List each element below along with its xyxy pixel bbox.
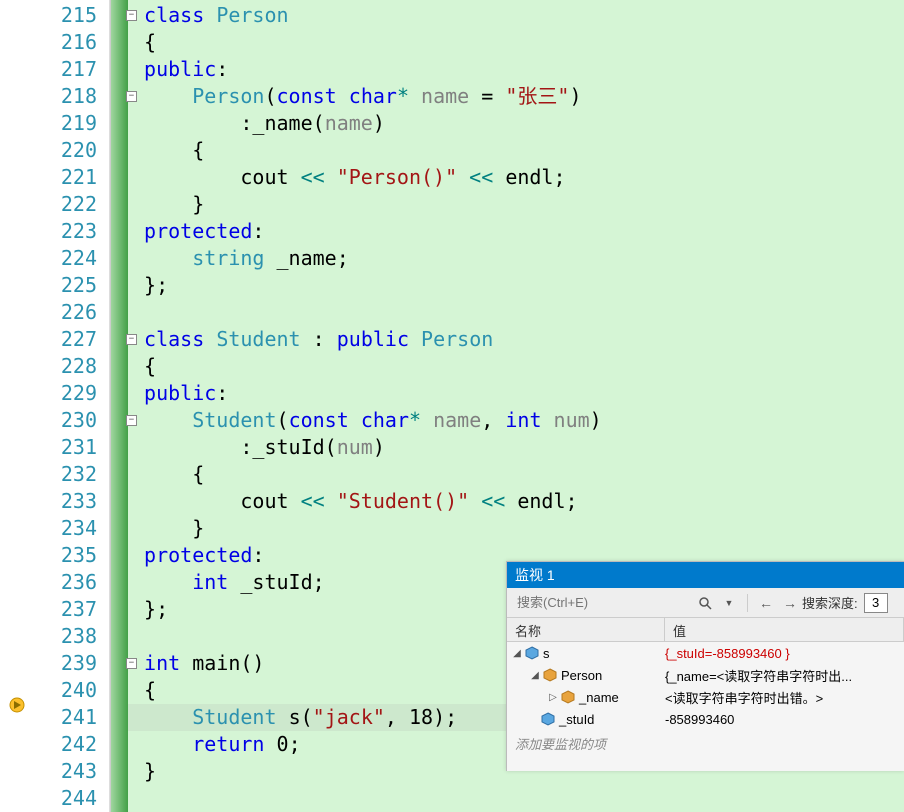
line-number: 217 bbox=[0, 56, 109, 83]
watch-rows: ◢ s {_stuId=-858993460 } ◢ Person {_name… bbox=[507, 642, 904, 757]
line-number: 237 bbox=[0, 596, 109, 623]
line-number: 225 bbox=[0, 272, 109, 299]
field-icon bbox=[541, 712, 555, 726]
fold-icon[interactable]: − bbox=[126, 658, 137, 669]
line-number: 221 bbox=[0, 164, 109, 191]
search-depth-label: 搜索深度: bbox=[802, 593, 858, 612]
watch-toolbar: ▼ ← → 搜索深度: bbox=[507, 588, 904, 618]
line-number: 219 bbox=[0, 110, 109, 137]
code-line[interactable]: − class Person bbox=[128, 2, 904, 29]
line-number: 229 bbox=[0, 380, 109, 407]
code-line[interactable]: public: bbox=[128, 56, 904, 83]
watch-var-name: s bbox=[543, 646, 550, 661]
line-number: 228 bbox=[0, 353, 109, 380]
code-line[interactable]: − class Student : public Person bbox=[128, 326, 904, 353]
code-line[interactable]: cout << "Person()" << endl; bbox=[128, 164, 904, 191]
watch-panel-title[interactable]: 监视 1 bbox=[507, 562, 904, 588]
line-number: 215 bbox=[0, 2, 109, 29]
line-number: 216 bbox=[0, 29, 109, 56]
line-number: 226 bbox=[0, 299, 109, 326]
watch-header-value[interactable]: 值 bbox=[665, 618, 904, 641]
code-line[interactable]: { bbox=[128, 137, 904, 164]
field-icon bbox=[561, 690, 575, 704]
code-line[interactable]: public: bbox=[128, 380, 904, 407]
code-line[interactable]: :_stuId(num) bbox=[128, 434, 904, 461]
code-line[interactable]: }; bbox=[128, 272, 904, 299]
watch-panel: 监视 1 ▼ ← → 搜索深度: 名称 值 ◢ s {_stuId=-85899… bbox=[506, 561, 904, 771]
line-number: 234 bbox=[0, 515, 109, 542]
code-line[interactable]: :_name(name) bbox=[128, 110, 904, 137]
watch-row[interactable]: ◢ s {_stuId=-858993460 } bbox=[507, 642, 904, 664]
fold-icon[interactable]: − bbox=[126, 10, 137, 21]
line-number: 244 bbox=[0, 785, 109, 812]
code-line[interactable] bbox=[128, 785, 904, 812]
watch-var-value: <读取字符串字符时出错。> bbox=[665, 688, 904, 707]
class-icon bbox=[543, 668, 557, 682]
watch-var-name: _name bbox=[579, 690, 619, 705]
nav-back-icon[interactable]: ← bbox=[756, 593, 776, 613]
line-number: 227 bbox=[0, 326, 109, 353]
code-line[interactable]: − Person(const char* name = "张三") bbox=[128, 83, 904, 110]
watch-var-value: {_name=<读取字符串字符时出... bbox=[665, 666, 904, 685]
dropdown-icon[interactable]: ▼ bbox=[719, 593, 739, 613]
line-number: 239 bbox=[0, 650, 109, 677]
watch-row[interactable]: _stuId -858993460 bbox=[507, 708, 904, 730]
code-line[interactable]: { bbox=[128, 353, 904, 380]
line-number: 238 bbox=[0, 623, 109, 650]
code-line[interactable]: protected: bbox=[128, 218, 904, 245]
line-number: 232 bbox=[0, 461, 109, 488]
watch-var-name: Person bbox=[561, 668, 602, 683]
line-number: 218 bbox=[0, 83, 109, 110]
search-depth-input[interactable] bbox=[864, 593, 888, 613]
code-line[interactable]: string _name; bbox=[128, 245, 904, 272]
code-line[interactable]: } bbox=[128, 515, 904, 542]
line-number: 223 bbox=[0, 218, 109, 245]
search-icon[interactable] bbox=[695, 593, 715, 613]
code-line[interactable]: } bbox=[128, 191, 904, 218]
line-number: 220 bbox=[0, 137, 109, 164]
expander-icon[interactable]: ◢ bbox=[511, 647, 523, 659]
change-margin bbox=[110, 0, 128, 812]
code-line[interactable]: − Student(const char* name, int num) bbox=[128, 407, 904, 434]
line-number: 235 bbox=[0, 542, 109, 569]
line-number: 236 bbox=[0, 569, 109, 596]
line-number: 243 bbox=[0, 758, 109, 785]
watch-var-name: _stuId bbox=[559, 712, 594, 727]
line-number: 222 bbox=[0, 191, 109, 218]
expander-icon[interactable]: ◢ bbox=[529, 669, 541, 681]
line-number: 242 bbox=[0, 731, 109, 758]
execution-pointer-icon bbox=[8, 696, 26, 714]
code-line[interactable] bbox=[128, 299, 904, 326]
code-line[interactable]: cout << "Student()" << endl; bbox=[128, 488, 904, 515]
fold-icon[interactable]: − bbox=[126, 334, 137, 345]
watch-header: 名称 值 bbox=[507, 618, 904, 642]
add-watch-item[interactable]: 添加要监视的项 bbox=[507, 730, 904, 757]
watch-search-input[interactable] bbox=[513, 591, 693, 614]
variable-icon bbox=[525, 646, 539, 660]
line-number: 233 bbox=[0, 488, 109, 515]
fold-icon[interactable]: − bbox=[126, 415, 137, 426]
watch-row[interactable]: ◢ Person {_name=<读取字符串字符时出... bbox=[507, 664, 904, 686]
watch-header-name[interactable]: 名称 bbox=[507, 618, 665, 641]
watch-var-value: {_stuId=-858993460 } bbox=[665, 646, 904, 661]
nav-forward-icon[interactable]: → bbox=[780, 593, 800, 613]
code-line[interactable]: { bbox=[128, 29, 904, 56]
watch-row[interactable]: ▷ _name <读取字符串字符时出错。> bbox=[507, 686, 904, 708]
line-number: 224 bbox=[0, 245, 109, 272]
watch-var-value: -858993460 bbox=[665, 712, 904, 727]
fold-icon[interactable]: − bbox=[126, 91, 137, 102]
expander-icon[interactable]: ▷ bbox=[547, 691, 559, 703]
line-number: 230 bbox=[0, 407, 109, 434]
line-number: 231 bbox=[0, 434, 109, 461]
line-number-gutter: 215 216 217 218 219 220 221 222 223 224 … bbox=[0, 0, 110, 812]
code-line[interactable]: { bbox=[128, 461, 904, 488]
toolbar-separator bbox=[747, 594, 748, 612]
